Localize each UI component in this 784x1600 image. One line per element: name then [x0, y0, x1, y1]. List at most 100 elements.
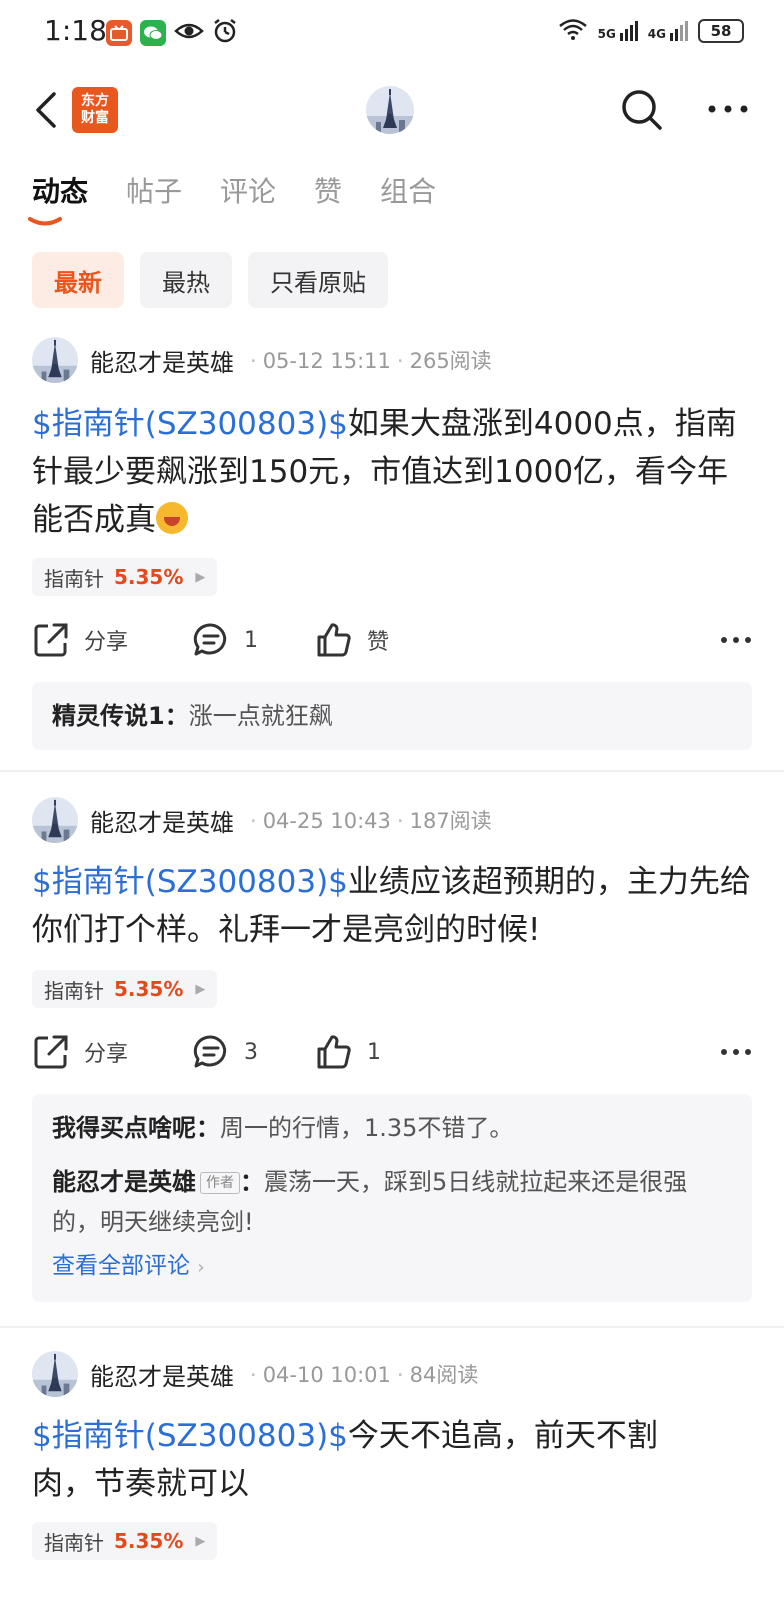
comment-separator: ：	[164, 702, 189, 730]
tab-likes[interactable]: 赞	[314, 170, 342, 210]
comment-separator: ：	[196, 1114, 220, 1142]
stock-tag-change: 5.35%	[114, 1529, 184, 1553]
author-name[interactable]: 能忍才是英雄	[90, 1357, 234, 1392]
avatar[interactable]	[32, 797, 78, 843]
post-divider	[0, 1326, 784, 1328]
chevron-left-icon	[36, 92, 56, 128]
triangle-right-icon: ▶	[195, 1533, 206, 1549]
post-author-row: 能忍才是英雄 · 04-25 10:43 · 187阅读	[32, 796, 492, 844]
comment-icon	[193, 1035, 227, 1068]
post-text[interactable]: $指南针(SZ300803)$今天不追高，前天不割肉，节奏就可以	[32, 1412, 692, 1508]
share-icon	[34, 623, 68, 657]
stock-tag-name: 指南针	[44, 1530, 104, 1555]
post-card[interactable]: 能忍才是英雄 · 04-25 10:43 · 187阅读 $指南针(SZ300803)…	[0, 796, 784, 1316]
tab-posts[interactable]: 帖子	[126, 170, 182, 210]
filter-chips: 最新 最热 只看原贴	[32, 252, 388, 308]
comment-text: 涨一点就狂飙	[188, 702, 333, 730]
post-time: 05-12 15:11	[262, 349, 391, 373]
author-name[interactable]: 能忍才是英雄	[90, 343, 234, 378]
post-actions: 分享 1 赞	[32, 618, 752, 662]
post-text[interactable]: $指南针(SZ300803)$业绩应该超预期的，主力先给你们打个样。礼拜一才是亮…	[32, 858, 754, 954]
avatar[interactable]	[32, 337, 78, 383]
comments-preview[interactable]: 我得买点啥呢：周一的行情，1.35不错了。 能忍才是英雄 作者 ：震荡一天，踩到5日…	[32, 1094, 752, 1302]
stock-tag[interactable]: 指南针 5.35% ▶	[32, 558, 218, 596]
wechat-icon	[140, 20, 166, 46]
share-button[interactable]: 分享	[32, 618, 128, 662]
tab-dynamics[interactable]: 动态	[32, 170, 88, 210]
filter-latest[interactable]: 最新	[32, 252, 124, 308]
search-icon	[622, 90, 662, 130]
post-card[interactable]: 能忍才是英雄 · 04-10 10:01 · 84阅读 $指南针(SZ300803)$…	[0, 1350, 784, 1600]
stock-link[interactable]: $指南针(SZ300803)$	[32, 406, 348, 442]
post-author-row: 能忍才是英雄 · 05-12 15:11 · 265阅读	[32, 336, 492, 384]
post-reads: 265阅读	[409, 349, 492, 373]
status-notification-icons	[106, 18, 238, 48]
triangle-right-icon: ▶	[195, 569, 206, 585]
wifi-icon	[558, 18, 588, 44]
comments-preview[interactable]: 精灵传说1：涨一点就狂飙	[32, 682, 752, 750]
network-5g-label: 5G	[597, 27, 616, 41]
stock-tag[interactable]: 指南针 5.35% ▶	[32, 970, 218, 1008]
back-button[interactable]	[30, 88, 66, 132]
thumbs-up-icon	[317, 1035, 351, 1069]
commenter-name[interactable]: 我得买点啥呢	[52, 1114, 196, 1142]
status-time: 1:18	[44, 14, 107, 47]
post-time: 04-25 10:43	[262, 809, 391, 833]
profile-tabs: 动态 帖子 评论 赞 组合	[32, 170, 436, 210]
comment-item: 精灵传说1：涨一点就狂飙	[52, 696, 732, 736]
comment-text: 周一的行情，1.35不错了。	[220, 1114, 514, 1142]
profile-avatar[interactable]	[366, 86, 414, 134]
logo-line-2: 财富	[81, 110, 109, 126]
stock-tag-change: 5.35%	[114, 565, 184, 589]
share-label: 分享	[84, 630, 129, 655]
like-label: 赞	[367, 630, 390, 655]
share-label: 分享	[84, 1042, 129, 1067]
view-all-comments-link[interactable]: 查看全部评论 ›	[52, 1246, 205, 1288]
network-4g-label: 4G	[647, 27, 666, 41]
triangle-right-icon: ▶	[195, 981, 206, 997]
share-button[interactable]: 分享	[32, 1030, 128, 1074]
like-button[interactable]: 1	[315, 1030, 381, 1074]
author-name[interactable]: 能忍才是英雄	[90, 803, 234, 838]
tab-comments[interactable]: 评论	[220, 170, 276, 210]
chevron-right-icon: ›	[197, 1257, 205, 1278]
battery-icon: 58	[698, 19, 744, 43]
stock-tag[interactable]: 指南针 5.35% ▶	[32, 1522, 218, 1560]
post-reads: 187阅读	[409, 809, 492, 833]
filter-original-only[interactable]: 只看原贴	[248, 252, 388, 308]
more-horizontal-icon[interactable]	[720, 626, 752, 654]
tab-portfolio[interactable]: 组合	[380, 170, 436, 210]
eye-icon	[174, 21, 204, 45]
post-author-row: 能忍才是英雄 · 04-10 10:01 · 84阅读	[32, 1350, 478, 1398]
avatar[interactable]	[32, 1351, 78, 1397]
post-text[interactable]: $指南针(SZ300803)$如果大盘涨到4000点，指南针最少要飙涨到150元…	[32, 400, 754, 544]
author-badge: 作者	[200, 1172, 240, 1194]
filter-hottest[interactable]: 最热	[140, 252, 232, 308]
post-meta: · 04-10 10:01 · 84阅读	[250, 1363, 479, 1387]
stock-link[interactable]: $指南针(SZ300803)$	[32, 1418, 348, 1454]
stock-link[interactable]: $指南针(SZ300803)$	[32, 864, 348, 900]
commenter-name[interactable]: 精灵传说1	[52, 702, 165, 730]
post-actions: 分享 3 1	[32, 1030, 752, 1074]
post-reads: 84阅读	[409, 1363, 479, 1387]
more-options-button[interactable]	[706, 94, 750, 124]
stock-tag-name: 指南针	[44, 978, 104, 1003]
post-meta: · 05-12 15:11 · 265阅读	[250, 349, 492, 373]
post-card[interactable]: 能忍才是英雄 · 05-12 15:11 · 265阅读 $指南针(SZ300803)…	[0, 336, 784, 756]
signal-5g-icon: 5G	[598, 21, 638, 41]
eastmoney-logo: 东方 财富	[72, 87, 118, 133]
commenter-name[interactable]: 能忍才是英雄	[52, 1168, 196, 1196]
view-all-label: 查看全部评论	[52, 1253, 190, 1279]
app-header: 东方 财富	[0, 76, 784, 146]
thumbs-up-icon	[317, 623, 351, 657]
like-button[interactable]: 赞	[315, 618, 389, 662]
more-horizontal-icon[interactable]	[720, 1038, 752, 1066]
bilibili-tv-icon	[106, 20, 132, 46]
search-button[interactable]	[618, 86, 666, 134]
comment-button[interactable]: 3	[192, 1030, 258, 1074]
post-time: 04-10 10:01	[262, 1363, 391, 1387]
stock-tag-change: 5.35%	[114, 977, 184, 1001]
comment-item: 能忍才是英雄 作者 ：震荡一天，踩到5日线就拉起来还是很强的，明天继续亮剑!	[52, 1162, 732, 1242]
comment-count: 3	[244, 1039, 258, 1065]
comment-button[interactable]: 1	[192, 618, 258, 662]
